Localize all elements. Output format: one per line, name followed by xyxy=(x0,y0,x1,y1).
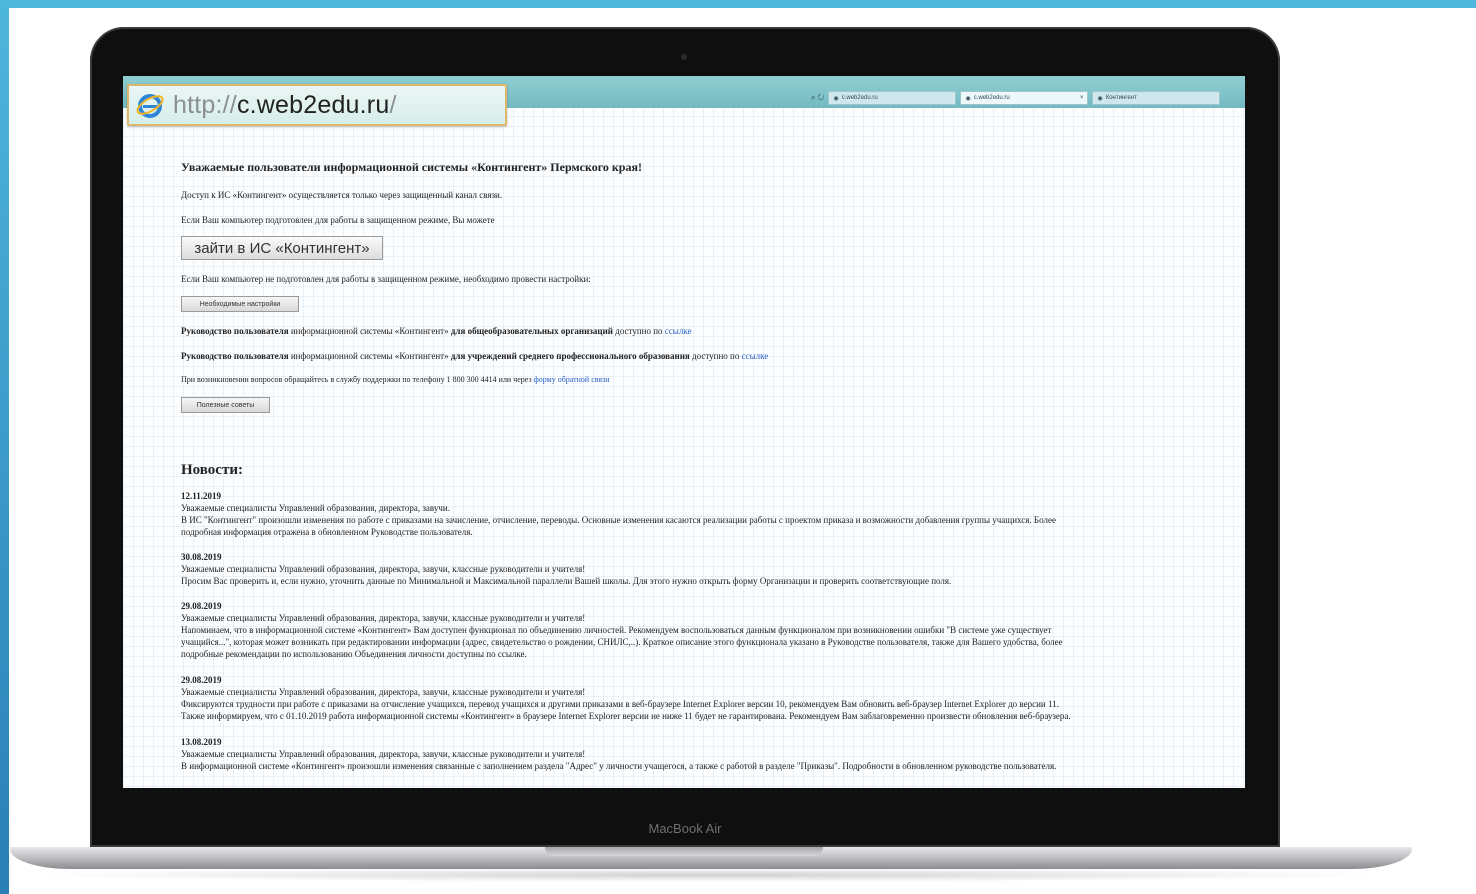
internet-explorer-icon xyxy=(135,90,165,120)
browser-tab-label: c.web2edu.ru xyxy=(841,95,878,101)
news-item: 29.08.2019 Уважаемые специалисты Управле… xyxy=(181,600,1245,660)
frame-accent-top xyxy=(0,0,1476,8)
news-date: 13.08.2019 xyxy=(181,737,222,747)
news-date: 12.11.2019 xyxy=(181,491,222,501)
news-line: Уважаемые специалисты Управлений образов… xyxy=(181,503,450,513)
guide-bold: Руководство пользователя xyxy=(181,326,289,336)
guide-schools: Руководство пользователя информационной … xyxy=(181,326,691,336)
browser-tab-strip: ⌕ ↻ ◉ c.web2edu.ru ◉ c.web2edu.ru × ◉ Ко… xyxy=(811,91,1221,107)
news-heading: Новости: xyxy=(181,462,243,478)
browser-tab[interactable]: ◉ Контингент xyxy=(1092,91,1221,105)
guide-colleges: Руководство пользователя информационной … xyxy=(181,351,768,361)
news-item: 12.11.2019 Уважаемые специалисты Управле… xyxy=(181,490,1245,538)
guide-tail: доступно по xyxy=(689,351,742,361)
news-date: 29.08.2019 xyxy=(181,601,222,611)
news-item: 29.08.2019 Уважаемые специалисты Управле… xyxy=(181,674,1245,722)
support-text-body: При возникновении вопросов обращайтесь в… xyxy=(181,375,534,384)
guide-schools-link[interactable]: ссылке xyxy=(665,326,692,336)
news-line: Уважаемые специалисты Управлений образов… xyxy=(181,613,586,623)
close-tab-icon[interactable]: × xyxy=(1080,95,1084,101)
enter-system-button[interactable]: зайти в ИС «Контингент» xyxy=(181,236,383,260)
address-protocol: http:// xyxy=(173,90,237,119)
guide-bold2: для общеобразовательных организаций xyxy=(450,326,613,336)
browser-tab-label: c.web2edu.ru xyxy=(973,95,1010,101)
news-line: Фиксируются трудности при работе с прика… xyxy=(181,699,1059,709)
news-line: Напоминаем, что в информационной системе… xyxy=(181,625,1052,635)
news-item: 13.08.2019 Уважаемые специалисты Управле… xyxy=(181,736,1245,772)
browser-tab-label: Контингент xyxy=(1105,95,1137,101)
address-host: c.web2edu.ru xyxy=(236,90,390,119)
news-line: Уважаемые специалисты Управлений образов… xyxy=(181,749,586,759)
camera-icon xyxy=(681,54,687,60)
search-icon[interactable]: ⌕ ↻ xyxy=(811,91,824,107)
not-ready-text: Если Ваш компьютер не подготовлен для ра… xyxy=(181,274,591,284)
laptop-notch xyxy=(545,847,823,856)
page-favicon-icon: ◉ xyxy=(833,95,839,102)
address-bar[interactable]: http://c.web2edu.ru/ xyxy=(127,84,507,126)
page-favicon-icon: ◉ xyxy=(965,95,971,102)
access-text: Доступ к ИС «Контингент» осуществляется … xyxy=(181,190,503,200)
browser-tab[interactable]: ◉ c.web2edu.ru xyxy=(828,91,957,105)
news-line: Уважаемые специалисты Управлений образов… xyxy=(181,687,586,697)
page-title: Уважаемые пользователи информационной си… xyxy=(181,160,642,174)
frame-accent-left xyxy=(0,0,9,894)
address-path: / xyxy=(389,90,397,119)
address-url: http://c.web2edu.ru/ xyxy=(173,91,397,120)
news-date: 29.08.2019 xyxy=(181,675,222,685)
ready-text: Если Ваш компьютер подготовлен для работ… xyxy=(181,215,495,225)
page-favicon-icon: ◉ xyxy=(1097,95,1103,102)
news-line: учащийся...", которая может возникать пр… xyxy=(181,637,1063,647)
browser-tab-active[interactable]: ◉ c.web2edu.ru × xyxy=(960,91,1089,105)
guide-mid: информационной системы «Контингент» xyxy=(288,351,451,361)
news-line: В информационной системе «Контингент» пр… xyxy=(181,761,1057,771)
laptop-shadow xyxy=(20,868,1400,882)
news-line: Также информируем, что с 01.10.2019 рабо… xyxy=(181,711,1071,721)
settings-button[interactable]: Необходимые настройки xyxy=(181,296,299,312)
browser-screen: ⌕ ↻ ◉ c.web2edu.ru ◉ c.web2edu.ru × ◉ Ко… xyxy=(123,76,1245,788)
news-line: Просим Вас проверить и, если нужно, уточ… xyxy=(181,576,952,586)
news-line: подробные рекомендации по использованию … xyxy=(181,649,527,659)
guide-bold2: для учреждений среднего профессиональног… xyxy=(450,351,690,361)
guide-tail: доступно по xyxy=(612,326,665,336)
news-date: 30.08.2019 xyxy=(181,552,222,562)
feedback-form-link[interactable]: форму обратной связи xyxy=(534,375,610,384)
guide-bold: Руководство пользователя xyxy=(181,351,289,361)
news-line: подробная информация отражена в обновлен… xyxy=(181,527,473,537)
tips-button[interactable]: Полезные советы xyxy=(181,397,270,413)
news-line: В ИС "Контингент" произошли изменения по… xyxy=(181,515,1056,525)
device-label: MacBook Air xyxy=(648,821,722,836)
news-line: Уважаемые специалисты Управлений образов… xyxy=(181,564,586,574)
guide-mid: информационной системы «Контингент» xyxy=(288,326,451,336)
support-text: При возникновении вопросов обращайтесь в… xyxy=(181,375,610,384)
guide-colleges-link[interactable]: ссылке xyxy=(742,351,769,361)
news-item: 30.08.2019 Уважаемые специалисты Управле… xyxy=(181,551,1245,587)
